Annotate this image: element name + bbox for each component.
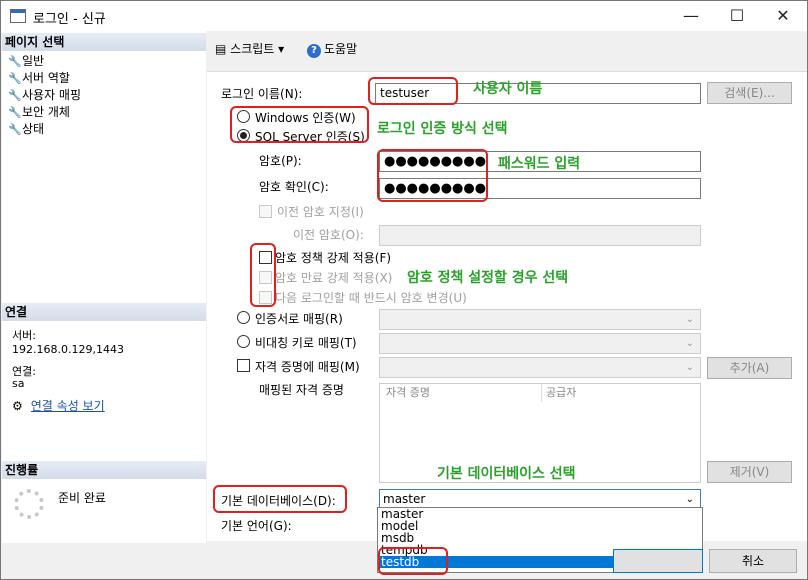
connection-value: sa [12, 377, 25, 390]
view-connection-properties: ⚙ 연결 속성 보기 [12, 397, 105, 414]
credential-dropdown[interactable]: ⌄ [379, 357, 701, 378]
enforce-password-policy-label: 암호 정책 강제 적용(F) [275, 251, 392, 265]
page-item-securables[interactable]: 🔧보안 개체 [8, 104, 81, 121]
chevron-down-icon: ⌄ [685, 314, 694, 325]
script-button[interactable]: ▤ 스크립트 ▾ [215, 40, 284, 57]
progress-header: 진행률 [2, 461, 206, 479]
add-credential-button[interactable]: 추가(A) [707, 357, 792, 379]
old-password-input[interactable] [379, 225, 701, 246]
confirm-password-label: 암호 확인(C): [259, 180, 329, 194]
annotation-box-login-name [368, 77, 458, 105]
page-list: 🔧일반 🔧서버 역할 🔧사용자 매핑 🔧보안 개체 🔧상태 [8, 53, 81, 138]
wrench-icon: 🔧 [8, 89, 22, 102]
db-option-model[interactable]: model [378, 520, 702, 532]
wrench-icon: 🔧 [8, 106, 22, 119]
server-value: 192.168.0.129,1443 [12, 343, 124, 356]
default-language-label: 기본 언어(G): [221, 519, 292, 533]
annotation-default-db: 기본 데이터베이스 선택 [437, 466, 576, 482]
enforce-expiration-label: 암호 만료 강제 적용(X) [275, 271, 393, 285]
close-button[interactable]: ✕ [760, 1, 806, 31]
wrench-icon: 🔧 [8, 72, 22, 85]
left-pane: 페이지 선택 🔧일반 🔧서버 역할 🔧사용자 매핑 🔧보안 개체 🔧상태 연결 … [2, 31, 206, 543]
ok-button[interactable] [613, 549, 703, 573]
view-connection-properties-link[interactable]: 연결 속성 보기 [31, 399, 105, 413]
annotation-user-name: 사용자 이름 [473, 81, 543, 97]
annotation-box-password [377, 149, 488, 202]
connection-header: 연결 [2, 303, 206, 321]
credential-map-label: 자격 증명에 매핑(M) [255, 360, 360, 374]
progress-status: 준비 완료 [58, 491, 106, 505]
minimize-button[interactable]: — [668, 1, 714, 31]
progress-spinner-icon [14, 489, 44, 519]
old-password-label: 이전 암호(O): [293, 228, 364, 242]
password-label: 암호(P): [259, 154, 302, 168]
login-name-label: 로그인 이름(N): [221, 87, 303, 101]
server-label: 서버: [12, 329, 36, 342]
asym-key-map-radio[interactable] [237, 335, 250, 348]
script-icon: ▤ [215, 42, 227, 56]
grid-col-provider: 공급자 [546, 386, 577, 399]
annotation-policy-setting: 암호 정책 설정할 경우 선택 [407, 270, 569, 286]
connection-props-icon: ⚙ [12, 399, 23, 413]
credential-map-checkbox[interactable] [237, 359, 250, 372]
specify-old-password-checkbox[interactable] [259, 205, 272, 218]
certificate-dropdown[interactable]: ⌄ [379, 309, 701, 330]
annotation-auth-method: 로그인 인증 방식 선택 [377, 121, 508, 137]
must-change-label: 다음 로그인할 때 반드시 암호 변경(U) [275, 291, 467, 305]
specify-old-password-label: 이전 암호 지정(I) [277, 205, 364, 219]
app-window-icon [10, 9, 26, 23]
window-title: 로그인 - 신규 [33, 12, 106, 27]
remove-credential-button[interactable]: 제거(V) [707, 461, 792, 483]
title-bar: 로그인 - 신규 — ☐ ✕ [1, 1, 807, 31]
page-item-general[interactable]: 🔧일반 [8, 53, 81, 70]
db-option-master[interactable]: master [378, 508, 702, 520]
search-button[interactable]: 검색(E)... [707, 82, 792, 104]
help-icon: ? [307, 44, 321, 58]
chevron-down-icon: ⌄ [685, 338, 694, 349]
login-new-dialog: 로그인 - 신규 — ☐ ✕ 페이지 선택 🔧일반 🔧서버 역할 🔧사용자 매핑… [0, 0, 808, 580]
annotation-box-default-db-label [213, 485, 347, 513]
annotation-password-input: 패스워드 입력 [498, 156, 581, 172]
wrench-icon: 🔧 [8, 55, 22, 68]
default-database-value: master [383, 492, 426, 506]
help-button[interactable]: ? 도움말 [307, 40, 357, 58]
page-item-status[interactable]: 🔧상태 [8, 121, 81, 138]
grid-col-credential: 자격 증명 [386, 384, 542, 402]
chevron-down-icon: ⌄ [685, 494, 694, 505]
cancel-button[interactable]: 취소 [709, 549, 797, 573]
asym-key-map-label: 비대칭 키로 매핑(T) [255, 336, 357, 350]
page-item-user-mapping[interactable]: 🔧사용자 매핑 [8, 87, 81, 104]
annotation-box-auth [230, 106, 369, 143]
toolbar: ▤ 스크립트 ▾ ? 도움말 [207, 31, 807, 61]
annotation-box-testdb [378, 547, 448, 575]
maximize-button[interactable]: ☐ [714, 1, 760, 31]
page-item-server-roles[interactable]: 🔧서버 역할 [8, 70, 81, 87]
chevron-down-icon: ⌄ [685, 362, 694, 373]
annotation-box-policy [250, 243, 276, 307]
wrench-icon: 🔧 [8, 123, 22, 136]
asym-key-dropdown[interactable]: ⌄ [379, 333, 701, 354]
chevron-down-icon: ▾ [278, 42, 285, 56]
pages-header: 페이지 선택 [2, 33, 206, 51]
mapped-credentials-label: 매핑된 자격 증명 [259, 383, 344, 397]
cert-map-label: 인증서로 매핑(R) [255, 312, 343, 326]
cert-map-radio[interactable] [237, 311, 250, 324]
